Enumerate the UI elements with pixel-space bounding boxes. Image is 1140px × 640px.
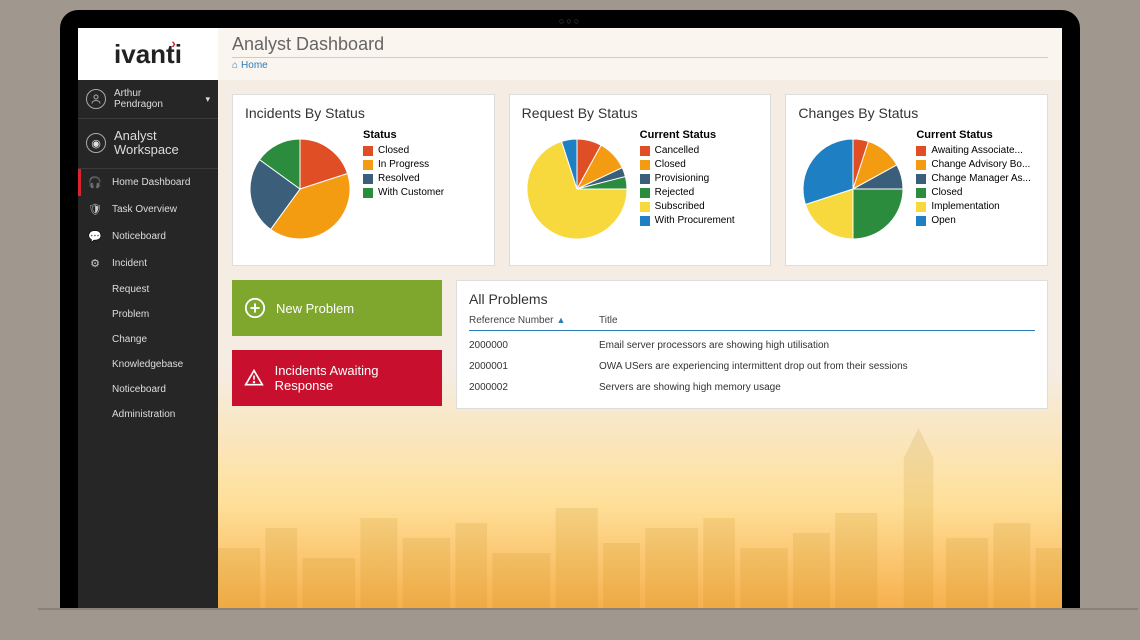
sidebar-item-problem[interactable]: Problem: [78, 302, 218, 327]
legend-item[interactable]: Resolved: [363, 173, 444, 184]
gear-icon: ⚙: [86, 257, 104, 270]
legend-swatch: [363, 160, 373, 170]
user-menu[interactable]: Arthur Pendragon ▾: [78, 80, 218, 119]
legend-item[interactable]: Awaiting Associate...: [916, 145, 1031, 156]
legend-swatch: [640, 160, 650, 170]
all-problems-card: All Problems Reference Number▲ Title 200…: [456, 280, 1048, 409]
card-title: All Problems: [469, 291, 1035, 307]
sidebar-item-knowledgebase[interactable]: Knowledgebase: [78, 352, 218, 377]
legend-swatch: [640, 202, 650, 212]
table-row[interactable]: 2000001OWA USers are experiencing interm…: [469, 356, 1035, 377]
legend-swatch: [640, 146, 650, 156]
sidebar-item-incident[interactable]: ⚙Incident: [78, 250, 218, 277]
workspace-icon: ◉: [86, 133, 106, 153]
sidebar-item-request[interactable]: Request: [78, 277, 218, 302]
legend-swatch: [363, 188, 373, 198]
breadcrumb[interactable]: ⌂Home: [232, 60, 1048, 71]
sidebar-item-home-dashboard[interactable]: 🎧Home Dashboard: [78, 169, 218, 196]
legend-swatch: [916, 160, 926, 170]
card-title: Request By Status: [522, 105, 759, 121]
changes-pie-chart[interactable]: [798, 129, 908, 249]
legend-swatch: [640, 174, 650, 184]
legend-item[interactable]: Open: [916, 215, 1031, 226]
plus-circle-icon: [244, 297, 266, 319]
headset-icon: 🎧: [86, 176, 104, 189]
page-title: Analyst Dashboard: [232, 34, 1048, 55]
column-header-title[interactable]: Title: [599, 315, 1035, 326]
legend-swatch: [916, 188, 926, 198]
legend-item[interactable]: Change Advisory Bo...: [916, 159, 1031, 170]
request-by-status-card: Request By Status Current Status Cancell…: [509, 94, 772, 266]
legend-swatch: [916, 216, 926, 226]
legend-item[interactable]: Rejected: [640, 187, 735, 198]
column-header-reference[interactable]: Reference Number▲: [469, 315, 599, 326]
legend-item[interactable]: Closed: [363, 145, 444, 156]
legend-item[interactable]: With Procurement: [640, 215, 735, 226]
alert-triangle-icon: [244, 367, 265, 389]
requests-pie-chart[interactable]: [522, 129, 632, 249]
sort-asc-icon: ▲: [556, 315, 565, 325]
incidents-by-status-card: Incidents By Status Status ClosedIn Prog…: [232, 94, 495, 266]
table-row[interactable]: 2000000Email server processors are showi…: [469, 335, 1035, 356]
sidebar-item-change[interactable]: Change: [78, 327, 218, 352]
legend-item[interactable]: Closed: [640, 159, 735, 170]
sidebar-item-administration[interactable]: Administration: [78, 402, 218, 427]
changes-by-status-card: Changes By Status Current Status Awaitin…: [785, 94, 1048, 266]
legend-swatch: [363, 146, 373, 156]
sidebar: Arthur Pendragon ▾ ◉ Analyst Workspace 🎧…: [78, 80, 218, 608]
card-title: Changes By Status: [798, 105, 1035, 121]
sidebar-item-task-overview[interactable]: 🛡Task Overview: [78, 196, 218, 223]
chevron-down-icon: ▾: [205, 94, 210, 105]
new-problem-button[interactable]: New Problem: [232, 280, 442, 336]
home-icon: ⌂: [232, 60, 238, 71]
legend-swatch: [363, 174, 373, 184]
logo[interactable]: ivanti›: [78, 28, 218, 80]
legend-swatch: [916, 146, 926, 156]
legend-swatch: [640, 188, 650, 198]
card-title: Incidents By Status: [245, 105, 482, 121]
legend-item[interactable]: With Customer: [363, 187, 444, 198]
chat-icon: 💬: [86, 230, 104, 243]
legend-item[interactable]: Closed: [916, 187, 1031, 198]
shield-icon: 🛡: [86, 203, 104, 216]
legend-swatch: [916, 202, 926, 212]
incidents-pie-chart[interactable]: [245, 129, 355, 249]
legend-swatch: [640, 216, 650, 226]
user-icon: [86, 89, 106, 109]
workspace-selector[interactable]: ◉ Analyst Workspace: [78, 119, 218, 169]
legend-item[interactable]: Cancelled: [640, 145, 735, 156]
topbar: ivanti› Analyst Dashboard ⌂Home: [78, 28, 1062, 80]
legend-item[interactable]: Implementation: [916, 201, 1031, 212]
legend-item[interactable]: Provisioning: [640, 173, 735, 184]
main-content: Incidents By Status Status ClosedIn Prog…: [218, 80, 1062, 608]
incidents-awaiting-response-button[interactable]: Incidents Awaiting Response: [232, 350, 442, 406]
legend-item[interactable]: Change Manager As...: [916, 173, 1031, 184]
legend-item[interactable]: Subscribed: [640, 201, 735, 212]
legend-swatch: [916, 174, 926, 184]
sidebar-item-noticeboard[interactable]: Noticeboard: [78, 377, 218, 402]
legend-item[interactable]: In Progress: [363, 159, 444, 170]
table-row[interactable]: 2000002Servers are showing high memory u…: [469, 377, 1035, 398]
sidebar-item-noticeboard[interactable]: 💬Noticeboard: [78, 223, 218, 250]
